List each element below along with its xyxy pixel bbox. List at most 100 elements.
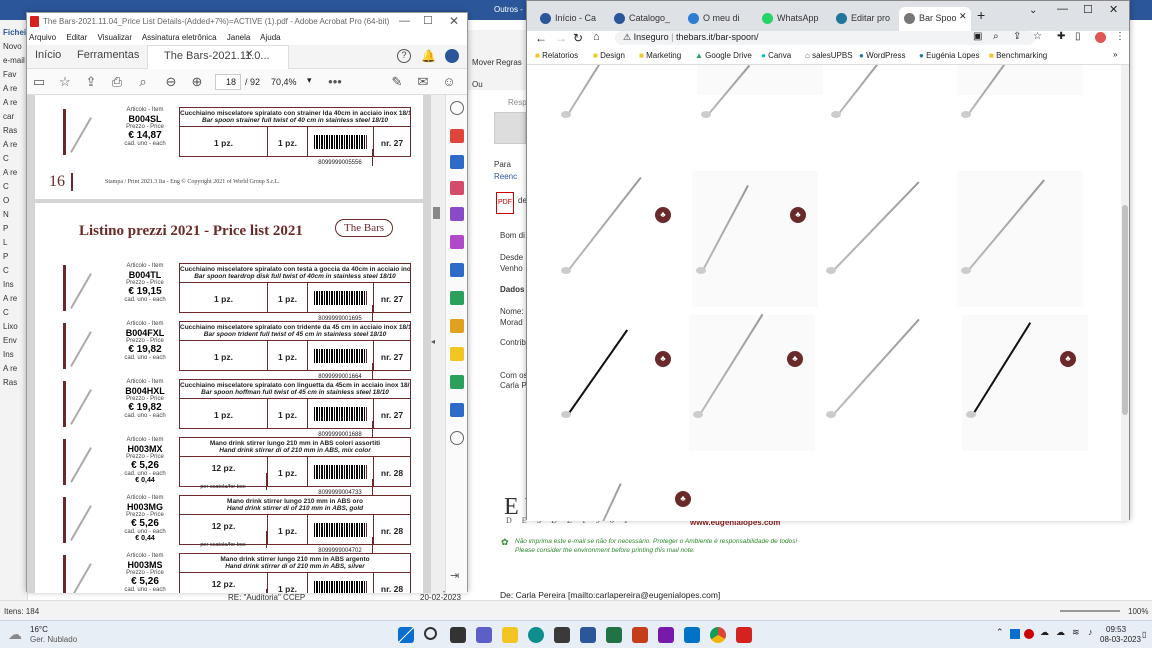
forward-icon[interactable]: → [555,31,567,45]
product-card[interactable] [557,171,683,307]
bookmark-salesupbs[interactable]: ⌂ salesUPBS [805,51,853,60]
folder-item[interactable]: C [3,264,26,278]
list-item-subject[interactable]: RE: "Auditoria" CCEP [228,593,305,602]
comment-icon[interactable] [450,347,464,361]
bookmark-google-drive[interactable]: ▲ Google Drive [695,51,752,60]
reload-icon[interactable]: ↻ [573,31,583,45]
url-bar[interactable]: ⚠ Inseguro | thebars.it/bar-spoon/ [615,31,1035,45]
folder-item[interactable]: A re [3,166,26,180]
product-card[interactable] [577,455,703,521]
onenote-icon[interactable] [658,627,674,643]
collapse-pane-icon[interactable]: ⇥ [450,569,464,583]
tab-close-icon[interactable]: ✕ [959,11,967,22]
url-text[interactable]: thebars.it/bar-spoon/ [676,32,759,42]
product-card[interactable] [557,65,683,95]
zoom-icon[interactable]: ⌕ [993,31,999,42]
star-icon[interactable]: ☆ [57,74,73,90]
folder-item[interactable]: A re [3,96,26,110]
windows-start-icon[interactable] [398,627,414,643]
folder-item[interactable]: P [3,222,26,236]
tab-whatsapp[interactable]: WhatsApp [757,7,829,31]
teams-icon[interactable] [476,627,492,643]
maximize-icon[interactable]: ☐ [1083,3,1093,16]
close-icon[interactable]: ✕ [449,14,459,28]
folder-item[interactable]: O [3,194,26,208]
from-line[interactable]: De: Carla Pereira [mailto:carlapereira@e… [500,590,720,600]
bookmark-benchmarking[interactable]: ■ Benchmarking [989,51,1047,60]
menu-help[interactable]: Ajuda [260,33,280,42]
product-card[interactable] [957,65,1083,95]
notification-icon[interactable]: ▯ [1142,630,1146,639]
search-icon[interactable] [424,627,437,640]
bookmark-relatorios[interactable]: ■ Relatorios [535,51,578,60]
back-icon[interactable]: ← [535,31,547,45]
mail-icon[interactable]: ✉ [415,74,431,90]
menu-window[interactable]: Janela [227,33,251,42]
clock-date[interactable]: 08-03-2023 [1100,635,1141,644]
move-button[interactable]: Mover [472,58,494,67]
folder-item[interactable]: Novo [3,40,26,54]
powerpoint-icon[interactable] [632,627,648,643]
minimize-icon[interactable]: — [399,15,410,27]
cloud-sync-icon[interactable]: ☁ [1040,627,1049,638]
page-scrollbar[interactable] [1121,65,1129,521]
bookmark-eugenia-lopes[interactable]: ● Eugénia Lopes [919,51,979,60]
profile-avatar[interactable] [1095,32,1106,43]
word-icon[interactable] [580,627,596,643]
page-down-icon[interactable]: ⊕ [189,74,205,90]
product-card[interactable] [822,171,948,307]
speaker-icon[interactable]: ♪ [1088,627,1093,637]
tab-editar[interactable]: Editar pro [831,7,899,31]
sign-icon[interactable]: ✎ [389,74,405,90]
folder-item[interactable]: C [3,306,26,320]
tab-o-meu[interactable]: O meu di [683,7,755,31]
tray-chevron-icon[interactable]: ⌃ [996,627,1004,638]
pdf-viewport[interactable]: cad. uno - each 8099999006706 Articolo -… [27,95,431,593]
tray-app-icon[interactable] [1010,629,1020,639]
save-icon[interactable]: ▭ [31,74,47,90]
share-icon[interactable]: ⇪ [1013,31,1021,42]
more-bookmarks-icon[interactable]: » [1113,50,1117,59]
folder-item[interactable]: e-mail [3,54,26,68]
folder-item[interactable]: A re [3,292,26,306]
zoom-slider[interactable] [1060,610,1120,612]
folder-item[interactable]: Ins [3,278,26,292]
protect-icon[interactable] [450,319,464,333]
account-icon[interactable] [445,49,459,63]
product-card[interactable] [697,65,823,95]
combine-icon[interactable] [450,155,464,169]
customize-icon[interactable] [450,431,464,445]
create-pdf-icon[interactable] [450,129,464,143]
compare-icon[interactable] [450,291,464,305]
more-icon[interactable]: ••• [327,74,343,90]
folder-list[interactable]: Ficheiro Novo e-mail Fav A re A re car R… [0,20,26,390]
bell-icon[interactable]: 🔔 [421,49,436,63]
menu-edit[interactable]: Editar [66,33,87,42]
bookmark-canva[interactable]: ● Canva [761,51,791,60]
edit-pdf-icon[interactable] [450,207,464,221]
pane-toggle-icon[interactable]: ◂ [431,337,435,346]
folder-item[interactable]: Lixo [3,320,26,334]
folder-item[interactable]: car [3,110,26,124]
other-button[interactable]: Ou [472,80,483,89]
file-explorer-icon[interactable] [502,627,518,643]
menu-view[interactable]: Visualizar [98,33,133,42]
folder-item[interactable]: Ras [3,376,26,390]
sidebar-icon[interactable]: ▯ [1075,31,1081,42]
scroll-thumb[interactable] [433,207,440,219]
folder-item[interactable]: Env [3,334,26,348]
fill-sign-icon[interactable] [450,235,464,249]
export-icon[interactable] [450,263,464,277]
new-tab-icon[interactable]: + [977,7,985,23]
menu-file[interactable]: Arquivo [29,33,56,42]
menu-sign[interactable]: Assinatura eletrônica [142,33,217,42]
bookmark-marketing[interactable]: ■ Marketing [639,51,681,60]
folder-item[interactable]: Ins [3,348,26,362]
folder-item[interactable]: Ras [3,124,26,138]
product-card[interactable] [557,315,683,451]
menu-icon[interactable]: ⋮ [1115,31,1125,42]
organize-icon[interactable] [450,181,464,195]
chevron-down-icon[interactable]: ▾ [307,75,312,86]
product-card[interactable] [692,171,818,307]
tab-inicio[interactable]: Início - Ca [535,7,607,31]
